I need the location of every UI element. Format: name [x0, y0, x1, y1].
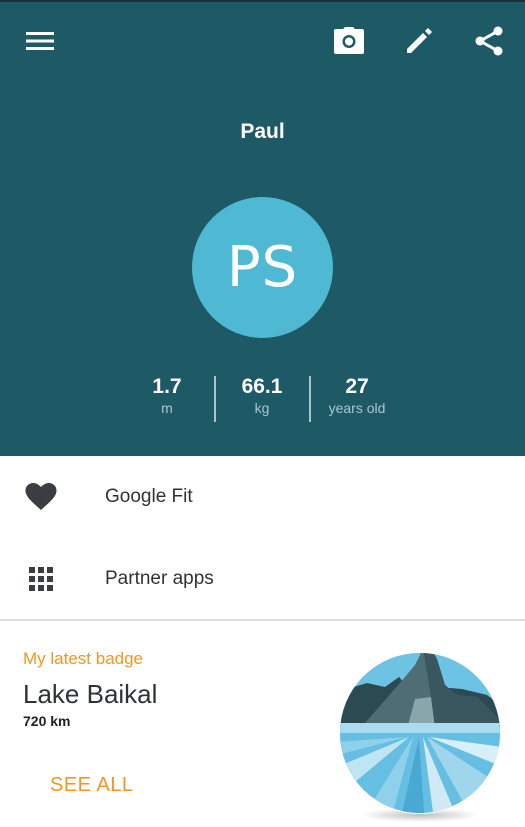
camera-icon	[334, 27, 364, 54]
user-name: Paul	[240, 120, 285, 143]
profile-header: Paul PS 1.7 m 66.1 kg 27 years old	[0, 0, 525, 456]
stat-unit: kg	[254, 400, 270, 416]
latest-badge-card: My latest badge Lake Baikal 720 km SEE A…	[0, 621, 525, 827]
lake-baikal-badge-image[interactable]	[337, 637, 503, 827]
menu-item-google-fit[interactable]: Google Fit	[0, 456, 525, 538]
badge-caption: My latest badge	[23, 649, 144, 668]
body-stats: 1.7 m 66.1 kg 27 years old	[0, 374, 525, 422]
badge-title: Lake Baikal	[23, 679, 158, 709]
edit-button[interactable]	[399, 21, 439, 61]
menu-item-label: Partner apps	[105, 568, 214, 589]
stat-age: 27 years old	[312, 374, 402, 416]
status-bar-edge	[0, 0, 525, 2]
apps-grid-icon	[24, 564, 58, 594]
stat-divider	[214, 376, 216, 422]
stat-unit: years old	[328, 400, 386, 416]
camera-button[interactable]	[329, 21, 369, 61]
stat-value: 66.1	[241, 375, 283, 398]
stat-height: 1.7 m	[127, 374, 207, 416]
stat-weight: 66.1 kg	[222, 374, 302, 416]
badge-distance: 720 km	[23, 713, 71, 729]
avatar[interactable]: PS	[192, 197, 333, 338]
stat-value: 1.7	[152, 375, 182, 398]
menu-item-partner-apps[interactable]: Partner apps	[0, 538, 525, 620]
share-icon	[475, 26, 503, 56]
stat-value: 27	[345, 375, 369, 398]
menu-item-label: Google Fit	[105, 486, 193, 507]
stat-unit: m	[161, 400, 173, 416]
stat-divider	[309, 376, 311, 422]
pencil-icon	[407, 28, 432, 53]
see-all-button[interactable]: SEE ALL	[50, 774, 134, 797]
avatar-initials: PS	[226, 235, 299, 300]
hamburger-menu-icon	[26, 32, 54, 50]
menu-button[interactable]	[20, 21, 60, 61]
share-button[interactable]	[469, 21, 509, 61]
heart-icon	[24, 482, 58, 512]
